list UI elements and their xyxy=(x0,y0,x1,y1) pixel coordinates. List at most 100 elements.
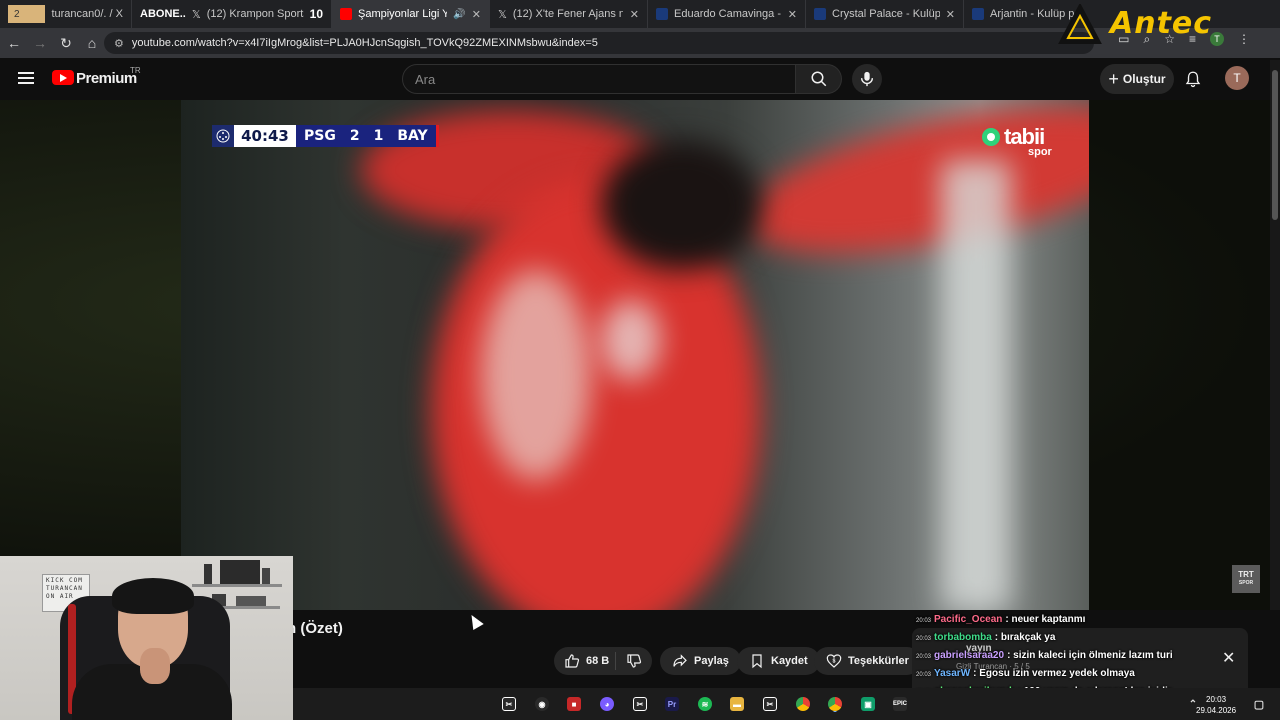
save-button[interactable]: Kaydet xyxy=(737,647,820,675)
chat-username[interactable]: Pacific_Ocean xyxy=(934,614,1002,625)
chat-username[interactable]: torbabomba xyxy=(934,632,992,643)
clock-date: 29.04.2026 xyxy=(1196,706,1237,715)
thanks-button[interactable]: $ Teşekkürler xyxy=(814,647,921,675)
video-frame-blur xyxy=(941,160,1011,610)
chat-timestamp: 20:03 xyxy=(916,672,932,678)
tab-fener-ajans[interactable]: 𝕏 (12) X'te Fener Ajans ne "Kalec ✕ xyxy=(490,0,648,28)
away-team: BAY xyxy=(397,128,428,144)
tab-label: Şampiyonlar Ligi Yan Final | xyxy=(358,8,447,20)
app-icon-discord[interactable]: ◕ xyxy=(600,697,614,711)
app-icon-file-explorer[interactable]: ▬ xyxy=(730,697,744,711)
home-team: PSG xyxy=(304,128,336,144)
tab-label: (12) Krampon Sports (@Kramp xyxy=(206,8,304,20)
voice-search-button[interactable] xyxy=(852,64,882,94)
bookmark-icon xyxy=(752,654,762,669)
back-button[interactable]: ← xyxy=(2,31,26,55)
url-field[interactable]: ⚙ youtube.com/watch?v=x4I7iIgMrog&list=P… xyxy=(104,32,1094,54)
transfermarkt-favicon-icon xyxy=(814,8,826,20)
plus-icon: + xyxy=(1108,68,1119,89)
chat-message: 20:03 gabrielsaraa20: sizin kaleci için ö… xyxy=(916,650,1173,666)
app-icon-chrome-active[interactable] xyxy=(828,697,842,711)
chat-username[interactable]: gabrielsaraa20 xyxy=(934,650,1004,661)
page-scrollbar[interactable] xyxy=(1270,60,1280,688)
tab-x-turancan[interactable]: 2 turancan0/. / X xyxy=(0,0,132,28)
search-input[interactable]: Ara xyxy=(402,64,796,94)
share-button[interactable]: Paylaş xyxy=(660,647,741,675)
youtube-logo-icon[interactable] xyxy=(52,70,74,85)
search-button[interactable] xyxy=(796,64,842,94)
chat-text: : sizin kaleci için ölmeniz lazım turi xyxy=(1007,650,1173,661)
super-thanks-icon: $ xyxy=(826,654,842,668)
like-count: 68 B xyxy=(586,655,610,667)
tab-label: Crystal Palace - Kulüp profili | T xyxy=(832,8,940,20)
audio-playing-icon[interactable]: 🔊 xyxy=(453,9,465,20)
notification-center-icon[interactable]: ▢ xyxy=(1252,697,1266,711)
tab-label-abone: ABONE.. xyxy=(140,8,186,20)
close-icon[interactable]: ✕ xyxy=(1222,648,1235,668)
antec-wordmark: Antec xyxy=(1110,6,1213,41)
app-icon-green[interactable]: ▣ xyxy=(861,697,875,711)
antec-logo: Antec xyxy=(1057,2,1238,45)
scrollbar-thumb[interactable] xyxy=(1272,70,1278,220)
browser-menu-icon[interactable]: ⋮ xyxy=(1238,32,1250,47)
chat-text: : neuer kaptanmı xyxy=(1005,614,1086,625)
youtube-premium-wordmark[interactable]: Premium xyxy=(76,70,137,87)
close-icon[interactable]: ✕ xyxy=(630,8,639,21)
app-icon-premiere[interactable]: Pr xyxy=(665,697,679,711)
like-button[interactable]: 68 B xyxy=(554,652,616,670)
hamburger-menu-icon[interactable] xyxy=(18,72,34,84)
home-score: 2 xyxy=(349,128,360,144)
app-icon-obs[interactable]: ◉ xyxy=(535,697,549,711)
close-icon[interactable]: ✕ xyxy=(788,8,797,21)
app-icon-red[interactable]: ■ xyxy=(567,697,581,711)
site-info-icon[interactable]: ⚙ xyxy=(114,37,124,50)
chat-message: 20:03 Pacific_Ocean: neuer kaptanmı xyxy=(916,614,1085,630)
tab-camavinga[interactable]: Eduardo Camavinga - Oyuncu ✕ xyxy=(648,0,806,28)
tab-krampon[interactable]: ABONE.. 𝕏 (12) Krampon Sports (@Kramp 10 xyxy=(132,0,332,28)
app-icon-capcut-3[interactable]: ✂ xyxy=(763,697,777,711)
match-scorebug: 40:43 PSG 2 1 BAY xyxy=(212,125,439,147)
trt-spor-logo: TRT SPOR xyxy=(1232,565,1260,593)
chat-message: 20:03 torbabomba: bırakçak ya xyxy=(916,632,1055,648)
x-logo-icon: 𝕏 xyxy=(498,8,507,21)
chat-timestamp: 20:03 xyxy=(916,618,932,624)
chat-text: : bırakçak ya xyxy=(994,632,1056,643)
create-button[interactable]: + Oluştur xyxy=(1100,64,1174,94)
tab-crystal-palace[interactable]: Crystal Palace - Kulüp profili | T ✕ xyxy=(806,0,964,28)
chat-text: : Egosu izin vermez yedek olmaya xyxy=(973,668,1135,679)
share-icon xyxy=(673,654,687,667)
app-icon-epic-games[interactable]: EPIC xyxy=(893,697,907,711)
chat-timestamp: 20:03 xyxy=(916,654,932,660)
tab-sampiyonlar-ligi[interactable]: Şampiyonlar Ligi Yan Final | 🔊 ✕ xyxy=(332,0,490,28)
system-clock[interactable]: 20:03 29.04.2026 xyxy=(1196,694,1236,716)
app-icon-chrome[interactable] xyxy=(796,697,810,711)
tab-label: Eduardo Camavinga - Oyuncu xyxy=(674,8,782,20)
champions-league-icon xyxy=(212,125,234,147)
app-icon-capcut[interactable]: ✂ xyxy=(502,697,516,711)
save-label: Kaydet xyxy=(771,655,808,667)
app-icon-capcut-2[interactable]: ✂ xyxy=(633,697,647,711)
thanks-label: Teşekkürler xyxy=(848,655,909,667)
region-code: TR xyxy=(130,66,141,75)
antec-triangle-icon xyxy=(1057,2,1103,45)
notifications-bell-icon[interactable] xyxy=(1184,70,1202,88)
close-icon[interactable]: ✕ xyxy=(472,8,481,21)
close-icon[interactable]: ✕ xyxy=(946,8,955,21)
video-frame-blur xyxy=(601,140,761,270)
sign-line: KICK COM xyxy=(46,577,83,584)
reload-button[interactable]: ↻ xyxy=(54,31,78,55)
tabii-flower-icon xyxy=(982,128,1000,146)
video-player[interactable] xyxy=(181,100,1089,610)
transfermarkt-favicon-icon xyxy=(656,8,668,20)
transfermarkt-favicon-icon xyxy=(972,8,984,20)
app-icon-spotify[interactable]: ≋ xyxy=(698,697,712,711)
video-frame-blur xyxy=(481,270,591,480)
windows-taskbar xyxy=(293,688,1280,720)
chat-username[interactable]: YasarW xyxy=(934,668,970,679)
forward-button[interactable]: → xyxy=(28,31,52,55)
streamer-hair xyxy=(112,578,194,614)
account-avatar[interactable]: T xyxy=(1225,66,1249,90)
home-button[interactable]: ⌂ xyxy=(80,31,104,55)
dislike-button[interactable] xyxy=(616,653,652,669)
video-title: n (Özet) xyxy=(287,620,343,637)
